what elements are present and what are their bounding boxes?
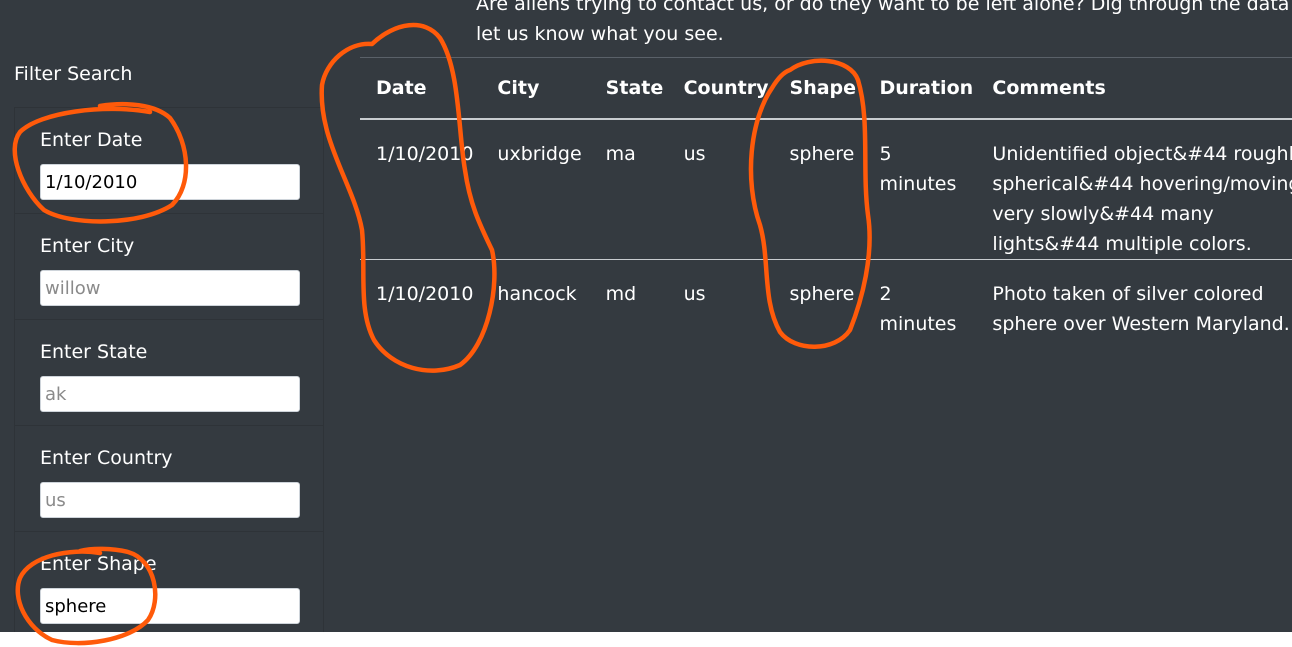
state-label: Enter State	[40, 341, 148, 363]
filter-item-shape: Enter Shape	[15, 531, 323, 632]
shape-input[interactable]	[40, 588, 300, 624]
table-body: 1/10/2010 uxbridge ma us sphere 5 minute…	[360, 119, 1292, 339]
header-state[interactable]: State	[589, 57, 668, 120]
city-label: Enter City	[40, 235, 135, 257]
table-row: 1/10/2010 hancock md us sphere 2 minutes…	[360, 260, 1292, 340]
filter-search-title: Filter Search	[14, 63, 133, 85]
filter-list: Enter Date Enter City Enter State Enter …	[14, 107, 324, 632]
country-label: Enter Country	[40, 447, 173, 469]
filter-item-city: Enter City	[15, 213, 323, 319]
header-city[interactable]: City	[481, 57, 590, 120]
intro-text: Are aliens trying to contact us, or do t…	[476, 0, 1292, 49]
cell-state: ma	[589, 119, 668, 260]
shape-label: Enter Shape	[40, 553, 157, 575]
cell-shape: sphere	[789, 283, 855, 305]
city-input[interactable]	[40, 270, 300, 306]
cell-city: uxbridge	[481, 119, 590, 260]
header-comments[interactable]: Comments	[976, 57, 1292, 120]
date-input[interactable]	[40, 164, 300, 200]
intro-line-1: Are aliens trying to contact us, or do t…	[476, 0, 1292, 15]
table-row: 1/10/2010 uxbridge ma us sphere 5 minute…	[360, 119, 1292, 260]
ufo-table: Date City State Country Shape Duration C…	[360, 57, 1292, 339]
header-shape[interactable]: Shape	[773, 57, 864, 120]
cell-country: us	[683, 283, 706, 305]
state-input[interactable]	[40, 376, 300, 412]
header-country[interactable]: Country	[667, 57, 774, 120]
header-row: Date City State Country Shape Duration C…	[360, 57, 1292, 120]
header-duration[interactable]: Duration	[863, 57, 977, 120]
cell-shape: sphere	[773, 119, 864, 260]
filter-item-state: Enter State	[15, 319, 323, 425]
page: Are aliens trying to contact us, or do t…	[0, 0, 1292, 632]
date-label: Enter Date	[40, 129, 143, 151]
cell-city: hancock	[497, 283, 577, 305]
cell-country: us	[667, 119, 774, 260]
cell-duration: 2 minutes	[879, 283, 957, 335]
country-input[interactable]	[40, 482, 300, 518]
cell-state: md	[605, 283, 637, 305]
filter-item-date: Enter Date	[15, 107, 323, 213]
cell-comments: Photo taken of silver colored sphere ove…	[992, 283, 1290, 335]
header-date[interactable]: Date	[360, 57, 482, 120]
intro-line-2: let us know what you see.	[476, 23, 724, 45]
cell-comments: Unidentified object&#44 roughly spherica…	[976, 119, 1292, 260]
cell-date: 1/10/2010	[360, 119, 482, 260]
cell-date: 1/10/2010	[376, 283, 474, 305]
filter-item-country: Enter Country	[15, 425, 323, 531]
table-header: Date City State Country Shape Duration C…	[360, 57, 1292, 120]
cell-duration: 5 minutes	[863, 119, 977, 260]
